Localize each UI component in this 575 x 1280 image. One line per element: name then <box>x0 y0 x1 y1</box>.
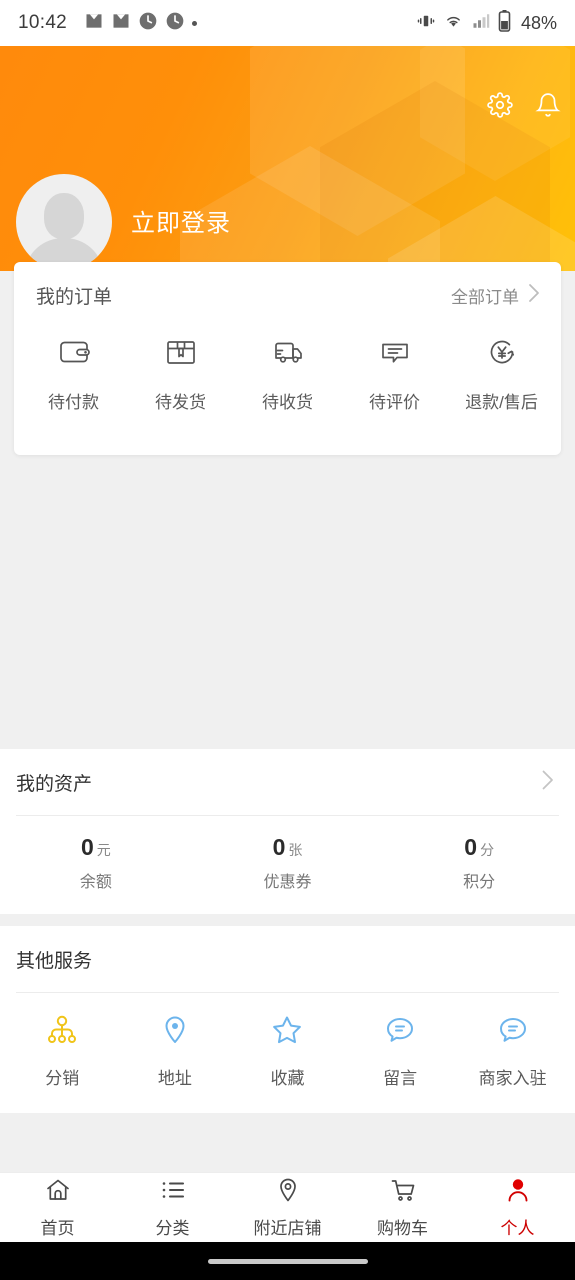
all-orders-label: 全部订单 <box>451 287 519 307</box>
service-distribution[interactable]: 分销 <box>6 1013 119 1089</box>
clock-icon <box>138 11 158 36</box>
other-services-title: 其他服务 <box>16 950 93 972</box>
service-address[interactable]: 地址 <box>119 1013 232 1089</box>
asset-label: 优惠券 <box>263 874 312 891</box>
tab-label: 首页 <box>40 1219 75 1238</box>
order-status-pending-receipt[interactable]: 待收货 <box>234 334 341 413</box>
dot-icon <box>192 20 198 26</box>
my-orders-header: 我的订单 全部订单 <box>14 262 561 328</box>
refund-icon <box>484 334 520 375</box>
service-merchant-onboarding[interactable]: 商家入驻 <box>456 1013 569 1089</box>
assets-stats-row: 0元 余额 0张 优惠券 0分 积分 <box>0 816 575 914</box>
app-screen: 10:42 48% 立即登录 我的订单 全部订单 待付款 待发货 待收货 待评价… <box>0 0 575 1280</box>
person-icon <box>504 1176 532 1209</box>
tab-cart[interactable]: 购物车 <box>345 1173 460 1242</box>
asset-balance[interactable]: 0元 余额 <box>0 836 192 892</box>
status-time: 10:42 <box>18 12 68 33</box>
chevron-right-icon <box>540 768 555 797</box>
list-icon <box>159 1176 187 1209</box>
bottom-navigation: 首页 分类 附近店铺 购物车 个人 <box>0 1172 575 1242</box>
battery-percent: 48% <box>520 12 557 33</box>
order-status-label: 待评价 <box>369 393 420 412</box>
gesture-navigation-bar <box>0 1242 575 1280</box>
asset-unit: 分 <box>480 842 495 858</box>
tab-label: 分类 <box>155 1219 190 1238</box>
login-button[interactable]: 立即登录 <box>131 203 231 238</box>
service-favorites[interactable]: 收藏 <box>231 1013 344 1089</box>
chevron-right-icon <box>527 282 541 309</box>
bell-icon[interactable] <box>535 92 561 118</box>
asset-value: 0 <box>272 834 286 860</box>
clock-icon <box>165 11 185 36</box>
service-label: 地址 <box>157 1069 192 1088</box>
avatar[interactable] <box>16 174 112 270</box>
wallet-icon <box>56 334 92 375</box>
gear-icon[interactable] <box>487 92 513 118</box>
service-label: 商家入驻 <box>478 1069 547 1088</box>
tab-categories[interactable]: 分类 <box>115 1173 230 1242</box>
asset-label: 积分 <box>463 874 496 891</box>
order-status-label: 待收货 <box>262 393 313 412</box>
box-icon <box>163 334 199 375</box>
gesture-handle[interactable] <box>207 1258 368 1264</box>
order-status-label: 待发货 <box>155 393 206 412</box>
location-icon <box>274 1176 302 1209</box>
asset-value: 0 <box>80 834 94 860</box>
order-status-label: 待付款 <box>48 393 99 412</box>
chat-bubble-icon <box>383 1013 417 1052</box>
status-bar-right: 48% <box>416 0 557 46</box>
order-status-label: 退款/售后 <box>465 393 538 412</box>
tab-profile[interactable]: 个人 <box>460 1173 575 1242</box>
battery-icon <box>498 9 511 37</box>
profile-header: 立即登录 <box>0 46 575 271</box>
my-orders-title: 我的订单 <box>36 286 113 308</box>
tab-home[interactable]: 首页 <box>0 1173 115 1242</box>
all-orders-link[interactable]: 全部订单 <box>451 282 541 309</box>
vibrate-icon <box>416 12 436 35</box>
other-services-header: 其他服务 <box>0 926 575 992</box>
chat-bubble-icon <box>496 1013 530 1052</box>
order-status-refund-aftersale[interactable]: 退款/售后 <box>448 334 555 413</box>
status-bar-left: 10:42 <box>18 11 198 36</box>
my-orders-card: 我的订单 全部订单 待付款 待发货 待收货 待评价 退款/售后 <box>14 262 561 455</box>
my-assets-header[interactable]: 我的资产 <box>0 749 575 815</box>
other-services-grid: 分销 地址 收藏 留言 商家入驻 <box>0 993 575 1113</box>
mail-icon <box>84 11 104 36</box>
order-status-grid: 待付款 待发货 待收货 待评价 退款/售后 <box>14 328 561 413</box>
asset-coupons[interactable]: 0张 优惠券 <box>192 836 384 892</box>
service-label: 留言 <box>383 1069 418 1088</box>
status-bar: 10:42 48% <box>0 0 575 46</box>
asset-label: 余额 <box>79 874 112 891</box>
asset-unit: 张 <box>288 842 303 858</box>
my-assets-title: 我的资产 <box>16 773 93 795</box>
avatar-placeholder <box>16 174 112 270</box>
mail-icon <box>111 11 131 36</box>
tab-label: 购物车 <box>377 1219 428 1238</box>
service-label: 分销 <box>45 1069 80 1088</box>
service-label: 收藏 <box>270 1069 305 1088</box>
tab-nearby-stores[interactable]: 附近店铺 <box>230 1173 345 1242</box>
asset-value: 0 <box>464 834 478 860</box>
distribution-tree-icon <box>45 1013 79 1052</box>
wifi-icon <box>443 12 464 35</box>
header-actions <box>487 92 561 118</box>
order-status-pending-shipment[interactable]: 待发货 <box>127 334 234 413</box>
other-services-section: 其他服务 分销 地址 收藏 留言 商家入驻 <box>0 926 575 1113</box>
tab-label: 附近店铺 <box>253 1219 322 1238</box>
signal-icon <box>471 12 491 35</box>
asset-unit: 元 <box>96 842 111 858</box>
star-icon <box>270 1013 304 1052</box>
asset-points[interactable]: 0分 积分 <box>383 836 575 892</box>
order-status-pending-review[interactable]: 待评价 <box>341 334 448 413</box>
comment-icon <box>377 334 413 375</box>
section-gap <box>0 914 575 926</box>
order-status-pending-payment[interactable]: 待付款 <box>20 334 127 413</box>
cart-icon <box>389 1176 417 1209</box>
truck-icon <box>270 334 306 375</box>
location-pin-icon <box>158 1013 192 1052</box>
home-icon <box>44 1176 72 1209</box>
tab-label: 个人 <box>500 1219 535 1238</box>
service-message[interactable]: 留言 <box>344 1013 457 1089</box>
my-assets-section: 我的资产 0元 余额 0张 优惠券 0分 积分 <box>0 749 575 914</box>
